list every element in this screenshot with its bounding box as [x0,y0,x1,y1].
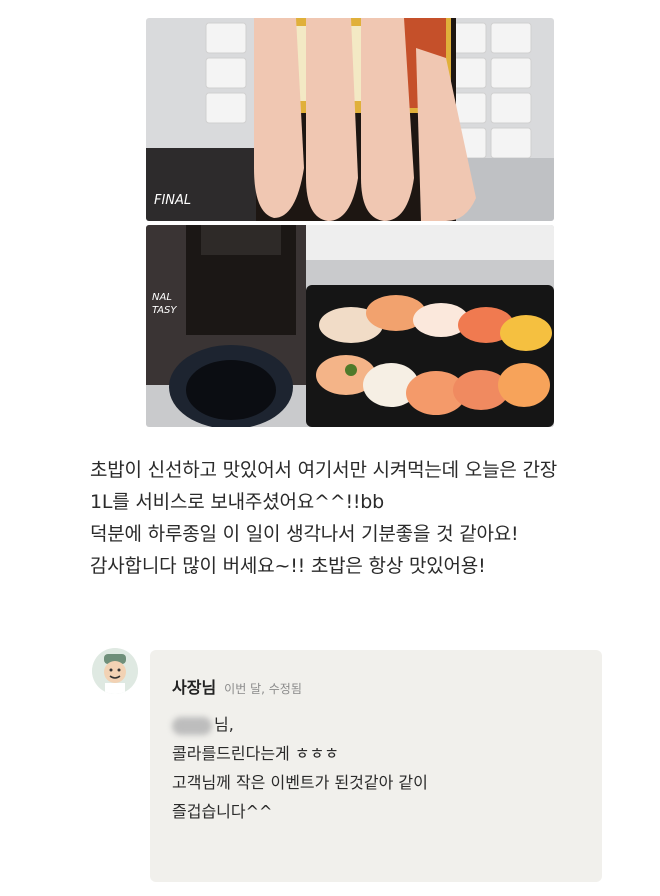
reply-greeting: 님, [214,715,234,734]
reply-bubble: 사장님 이번 달, 수정됨 님, 콜라를드린다는게 ㅎㅎㅎ 고객님께 작은 이벤… [150,650,602,882]
review-line: 초밥이 신선하고 맛있어서 여기서만 시켜먹는데 오늘은 간장 [90,459,558,481]
review-text: 초밥이 신선하고 맛있어서 여기서만 시켜먹는데 오늘은 간장 1L를 서비스로… [90,454,610,582]
photo-2-label-2: TASY [152,305,177,316]
chef-avatar-icon [92,648,138,694]
owner-reply: 사장님 이번 달, 수정됨 님, 콜라를드린다는게 ㅎㅎㅎ 고객님께 작은 이벤… [92,648,612,888]
review-line: 덕분에 하루종일 이 일이 생각나서 기분좋을 것 같아요! [90,523,519,545]
reply-meta: 이번 달, 수정됨 [224,682,302,696]
photo-1-label: FINAL [154,193,191,208]
reply-line: 고객님께 작은 이벤트가 된것같아 같이 [172,773,428,792]
blurred-customer-name [172,716,212,735]
review-line: 1L를 서비스로 보내주셨어요^^!!bb [90,491,385,513]
owner-avatar[interactable] [92,648,138,694]
review-photo-2[interactable]: NAL TASY [146,225,554,427]
photo-2-label-1: NAL [152,292,172,303]
reply-line: 즐겁습니다^^ [172,802,273,821]
reply-text: 님, 콜라를드린다는게 ㅎㅎㅎ 고객님께 작은 이벤트가 된것같아 같이 즐겁습… [172,710,428,826]
reply-line: 콜라를드린다는게 ㅎㅎㅎ [172,744,340,763]
owner-name: 사장님 [172,678,217,697]
review-photo-1[interactable]: FINAL [146,18,554,221]
review-line: 감사합니다 많이 버세요~!! 초밥은 항상 맛있어용! [90,555,486,577]
